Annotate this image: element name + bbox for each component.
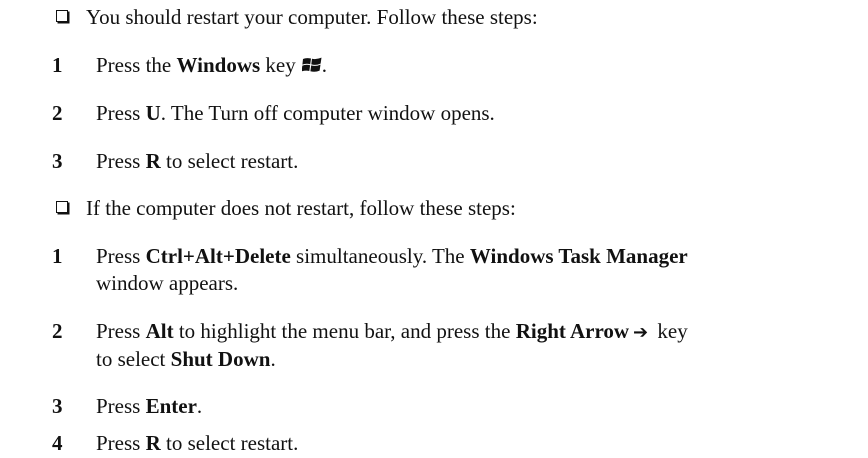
right-arrow-icon: ➔	[633, 322, 649, 343]
step-text: Press Alt to highlight the menu bar, and…	[96, 319, 688, 371]
step-number: 2	[52, 101, 63, 125]
step-number: 1	[52, 53, 63, 77]
step-text: Press Ctrl+Alt+Delete simultaneously. Th…	[96, 244, 688, 295]
bullet-text: You should restart your computer. Follow…	[86, 5, 538, 29]
help-document: You should restart your computer. Follow…	[0, 0, 868, 458]
step-number: 3	[52, 149, 63, 173]
step-text: Press R to select restart.	[96, 431, 299, 455]
step-text: Press the Windows key .	[96, 53, 327, 77]
step-number: 3	[52, 394, 63, 418]
step-text: Press R to select restart.	[96, 149, 299, 173]
windows-logo-icon	[301, 57, 322, 72]
step-number: 2	[52, 319, 63, 343]
bullet-text: If the computer does not restart, follow…	[86, 196, 516, 220]
step-number: 4	[52, 431, 63, 455]
step-number: 1	[52, 244, 63, 268]
step-text: Press Enter.	[96, 394, 203, 418]
step-text: Press U. The Turn off computer window op…	[96, 101, 495, 125]
